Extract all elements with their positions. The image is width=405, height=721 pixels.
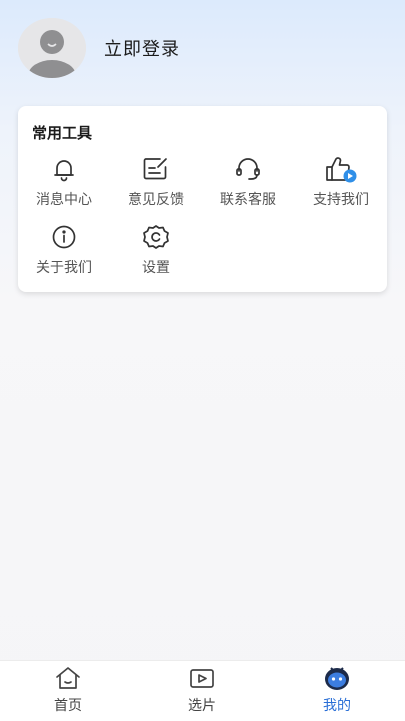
info-circle-icon [24, 224, 104, 250]
tool-message-center[interactable]: 消息中心 [24, 156, 104, 209]
tool-label: 意见反馈 [128, 192, 184, 208]
tool-label: 支持我们 [313, 192, 369, 208]
tool-label: 消息中心 [36, 192, 92, 208]
tab-label: 首页 [54, 698, 82, 714]
bottom-tab-bar: 首页 选片 我的 [0, 660, 405, 721]
tool-settings[interactable]: 设置 [116, 224, 196, 277]
profile-header[interactable]: 立即登录 [18, 18, 180, 78]
tab-select-film[interactable]: 选片 [162, 665, 242, 715]
tool-label: 设置 [142, 260, 170, 276]
feedback-edit-icon [116, 156, 196, 182]
video-play-icon [162, 665, 242, 691]
tab-label: 我的 [323, 698, 351, 714]
avatar[interactable] [18, 18, 86, 78]
common-tools-title: 常用工具 [32, 124, 93, 142]
settings-gear-icon [116, 224, 196, 250]
tab-mine[interactable]: 我的 [297, 665, 377, 715]
home-icon [28, 665, 108, 691]
tool-about-us[interactable]: 关于我们 [24, 224, 104, 277]
bell-icon [24, 156, 104, 182]
tab-label: 选片 [188, 698, 216, 714]
tool-label: 联系客服 [220, 192, 276, 208]
mascot-face-icon [297, 665, 377, 691]
tool-support-us[interactable]: 支持我们 [301, 156, 381, 209]
tool-label: 关于我们 [36, 260, 92, 276]
tab-home[interactable]: 首页 [28, 665, 108, 715]
tool-feedback[interactable]: 意见反馈 [116, 156, 196, 209]
headset-icon [208, 156, 288, 182]
thumbs-up-play-icon [301, 156, 381, 183]
login-link[interactable]: 立即登录 [104, 35, 180, 61]
tool-customer-service[interactable]: 联系客服 [208, 156, 288, 209]
common-tools-card: 常用工具 消息中心 意见反馈 联系客服 支持我们 关于我们 设置 [18, 106, 387, 292]
default-user-avatar-icon [18, 18, 86, 78]
